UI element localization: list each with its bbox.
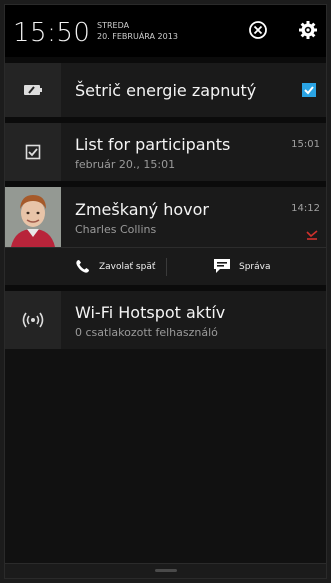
call-back-label: Zavolať späť bbox=[99, 262, 156, 272]
date-block: STREDA 20. FEBRUÁRA 2013 bbox=[97, 20, 178, 42]
battery-saver-icon bbox=[5, 63, 61, 117]
notification-battery-saver[interactable]: Šetrič energie zapnutý bbox=[5, 63, 326, 117]
gear-icon[interactable] bbox=[297, 19, 319, 41]
divider bbox=[166, 258, 167, 276]
row-body: Zmeškaný hovor Charles Collins 14:12 bbox=[61, 187, 326, 247]
missed-call-icon bbox=[306, 225, 318, 244]
row-body: Šetrič energie zapnutý bbox=[61, 63, 326, 117]
close-circle-icon[interactable] bbox=[247, 19, 269, 41]
checkbox-checked[interactable] bbox=[302, 83, 316, 97]
row-body: Wi-Fi Hotspot aktív 0 csatlakozott felha… bbox=[61, 291, 326, 349]
call-back-button[interactable]: Zavolať späť bbox=[75, 248, 155, 286]
notification-title: Zmeškaný hovor bbox=[75, 200, 209, 219]
notification-time: 14:12 bbox=[291, 203, 320, 214]
clock-time: 15:50 bbox=[13, 18, 91, 48]
notification-list-participants[interactable]: List for participants február 20., 15:01… bbox=[5, 123, 326, 181]
message-icon bbox=[213, 258, 239, 277]
row-body: List for participants február 20., 15:01… bbox=[61, 123, 326, 181]
notification-time: 15:01 bbox=[291, 139, 320, 150]
avatar bbox=[5, 187, 61, 247]
notification-missed-call[interactable]: Zmeškaný hovor Charles Collins 14:12 bbox=[5, 187, 326, 247]
notification-title: List for participants bbox=[75, 135, 231, 154]
notification-title: Šetrič energie zapnutý bbox=[75, 81, 257, 100]
notification-subtitle: február 20., 15:01 bbox=[75, 158, 176, 171]
notification-shade: 15:50 STREDA 20. FEBRUÁRA 2013 Šetrič en… bbox=[4, 4, 327, 579]
message-label: Správa bbox=[239, 262, 271, 272]
wifi-hotspot-icon bbox=[5, 291, 61, 349]
notification-wifi-hotspot[interactable]: Wi-Fi Hotspot aktív 0 csatlakozott felha… bbox=[5, 291, 326, 349]
checkbox-task-icon bbox=[5, 123, 61, 181]
notification-title: Wi-Fi Hotspot aktív bbox=[75, 303, 226, 322]
phone-icon bbox=[75, 258, 99, 277]
message-button[interactable]: Správa bbox=[213, 248, 270, 286]
weekday: STREDA bbox=[97, 21, 130, 30]
drag-handle[interactable] bbox=[155, 569, 177, 572]
status-header: 15:50 STREDA 20. FEBRUÁRA 2013 bbox=[5, 5, 326, 57]
notification-subtitle: Charles Collins bbox=[75, 223, 157, 236]
shade-handle-bar[interactable] bbox=[5, 563, 326, 578]
missed-call-actions: Zavolať späť Správa bbox=[5, 247, 326, 286]
date: 20. FEBRUÁRA 2013 bbox=[97, 32, 178, 41]
notification-subtitle: 0 csatlakozott felhasználó bbox=[75, 326, 218, 339]
